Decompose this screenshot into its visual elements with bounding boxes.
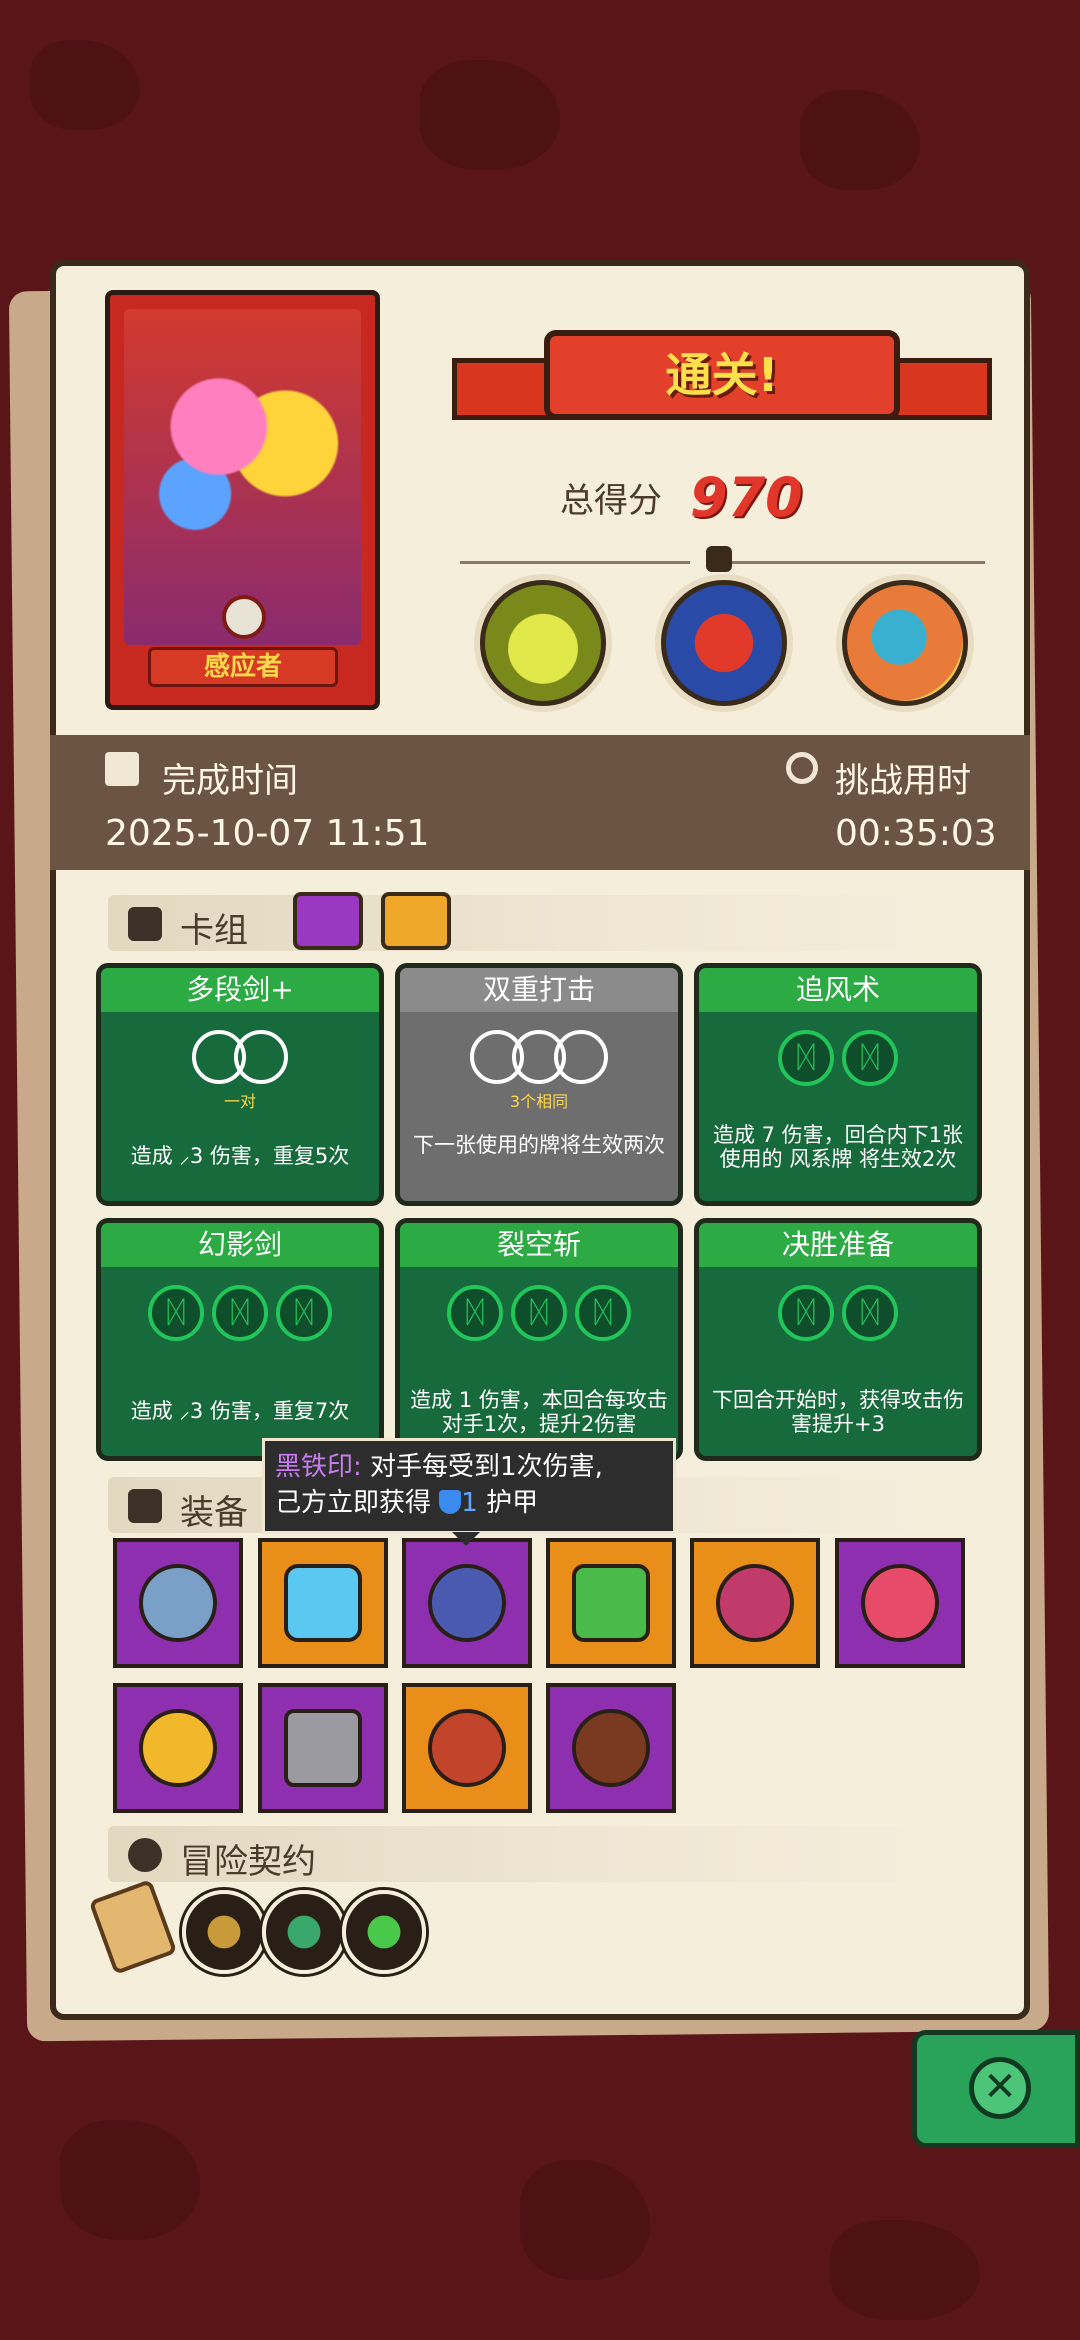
bg-decoration — [420, 60, 560, 170]
card-description: 造成 7 伤害，回合内下1张使用的 风系牌 将生效2次 — [712, 1123, 964, 1171]
hero-name: 感应者 — [148, 647, 338, 687]
horned-skull-icon — [706, 546, 732, 572]
gold-ring-icon[interactable] — [113, 1683, 243, 1813]
score-label: 总得分 — [560, 480, 662, 521]
tooltip-line1: 对手每受到1次伤害, — [370, 1452, 603, 1482]
card-description: 造成 1 伤害，本回合每攻击对手1次，提升2伤害 — [410, 1388, 668, 1436]
contract-section-header: 冒险契约 — [108, 1826, 968, 1882]
banner-title: 通关! — [544, 330, 900, 420]
tooltip-item-name: 黑铁印: — [275, 1452, 362, 1482]
stopwatch-icon — [786, 752, 818, 784]
score-value: 970 — [690, 465, 803, 529]
wood-button-icon[interactable] — [546, 1683, 676, 1813]
fish-dragon-boss-icon[interactable] — [842, 580, 968, 706]
cage-monster-boss-icon[interactable] — [661, 580, 787, 706]
card-description: 下一张使用的牌将生效两次 — [413, 1133, 665, 1157]
green-slab-icon[interactable] — [546, 1538, 676, 1668]
contract-icon — [128, 1838, 162, 1872]
diamond-ring-icon[interactable] — [113, 1538, 243, 1668]
thorn-heart-icon[interactable] — [690, 1538, 820, 1668]
finish-time-label: 完成时间 — [162, 761, 298, 801]
fire-disc-icon[interactable] — [402, 1683, 532, 1813]
hero-card[interactable]: 感应者 — [105, 290, 380, 710]
card-sky-slash[interactable]: 裂空斩 ᛞᛞᛞ 造成 1 伤害，本回合每攻击对手1次，提升2伤害 — [395, 1218, 683, 1461]
finish-time-value: 2025-10-07 11:51 — [105, 813, 430, 854]
contract-title: 冒险契约 — [180, 1842, 316, 1882]
wind-icon: ᛞ — [842, 1030, 898, 1086]
card-double-strike[interactable]: 双重打击 3个相同 下一张使用的牌将生效两次 — [395, 963, 683, 1206]
wind-icon: ᛞ — [148, 1285, 204, 1341]
deck-title: 卡组 — [180, 911, 248, 951]
bracelet-icon[interactable] — [262, 1890, 346, 1974]
wind-icon: ᛞ — [276, 1285, 332, 1341]
card-title: 决胜准备 — [699, 1223, 977, 1267]
tag-icon[interactable] — [182, 1890, 266, 1974]
close-button[interactable]: ✕ — [912, 2030, 1080, 2148]
card-title: 双重打击 — [400, 968, 678, 1012]
wind-icon: ᛞ — [575, 1285, 631, 1341]
black-iron-seal-icon[interactable] — [402, 1538, 532, 1668]
score-row: 总得分 970 — [560, 462, 880, 532]
calendar-icon — [105, 752, 139, 786]
hero-emblem-icon — [222, 595, 266, 639]
card-phantom-sword[interactable]: 幻影剑 ᛞᛞᛞ 造成 ⸝3 伤害，重复7次 — [96, 1218, 384, 1461]
purple-filter-button[interactable] — [293, 892, 363, 950]
card-description: 造成 ⸝3 伤害，重复5次 — [130, 1144, 350, 1168]
card-title: 多段剑+ — [101, 968, 379, 1012]
armor-amount: 1 — [461, 1488, 478, 1518]
box-icon — [128, 1489, 162, 1523]
victory-banner: 通关! — [452, 300, 992, 450]
skeleton-dino-boss-icon[interactable] — [480, 580, 606, 706]
card-description: 下回合开始时，获得攻击伤害提升+3 — [712, 1388, 964, 1436]
wind-icon: ᛞ — [447, 1285, 503, 1341]
bg-decoration — [800, 90, 920, 190]
duration-value: 00:35:03 — [835, 813, 997, 854]
card-multi-sword[interactable]: 多段剑+ 一对 造成 ⸝3 伤害，重复5次 — [96, 963, 384, 1206]
armor-icon — [439, 1490, 462, 1514]
cards-icon — [128, 907, 162, 941]
bg-decoration — [830, 2220, 980, 2320]
bg-decoration — [30, 40, 140, 130]
potion-icon[interactable] — [342, 1890, 426, 1974]
tooltip-line2: 己方立即获得 — [275, 1488, 432, 1518]
duration-label: 挑战用时 — [835, 761, 971, 801]
wind-icon: ᛞ — [842, 1285, 898, 1341]
tooltip-arrow — [452, 1532, 480, 1546]
wind-icon: ᛞ — [212, 1285, 268, 1341]
bg-decoration — [60, 2120, 200, 2240]
equipment-title: 装备 — [180, 1493, 248, 1533]
card-description: 造成 ⸝3 伤害，重复7次 — [130, 1399, 350, 1423]
card-condition: 3个相同 — [509, 1092, 569, 1111]
bg-decoration — [520, 2160, 650, 2280]
wind-icon: ᛞ — [778, 1285, 834, 1341]
ice-shield-icon[interactable] — [258, 1538, 388, 1668]
time-info-bar: 完成时间 2025-10-07 11:51 挑战用时 00:35:03 — [50, 735, 1030, 870]
armor-label: 护甲 — [486, 1488, 539, 1518]
card-condition: 一对 — [223, 1092, 256, 1111]
card-title: 裂空斩 — [400, 1223, 678, 1267]
equipment-tooltip: 黑铁印: 对手每受到1次伤害, 己方立即获得 1 护甲 — [262, 1438, 676, 1534]
close-icon: ✕ — [969, 2057, 1031, 2119]
spotted-mushroom-icon[interactable] — [835, 1538, 965, 1668]
card-victory-prep[interactable]: 决胜准备 ᛞᛞ 下回合开始时，获得攻击伤害提升+3 — [694, 1218, 982, 1461]
deck-section-header: 卡组 — [108, 895, 968, 951]
card-title: 追风术 — [699, 968, 977, 1012]
card-wind-chase[interactable]: 追风术 ᛞᛞ 造成 7 伤害，回合内下1张使用的 风系牌 将生效2次 — [694, 963, 982, 1206]
card-title: 幻影剑 — [101, 1223, 379, 1267]
orange-filter-button[interactable] — [381, 892, 451, 950]
wind-icon: ᛞ — [511, 1285, 567, 1341]
stone-cube-icon[interactable] — [258, 1683, 388, 1813]
wind-icon: ᛞ — [778, 1030, 834, 1086]
